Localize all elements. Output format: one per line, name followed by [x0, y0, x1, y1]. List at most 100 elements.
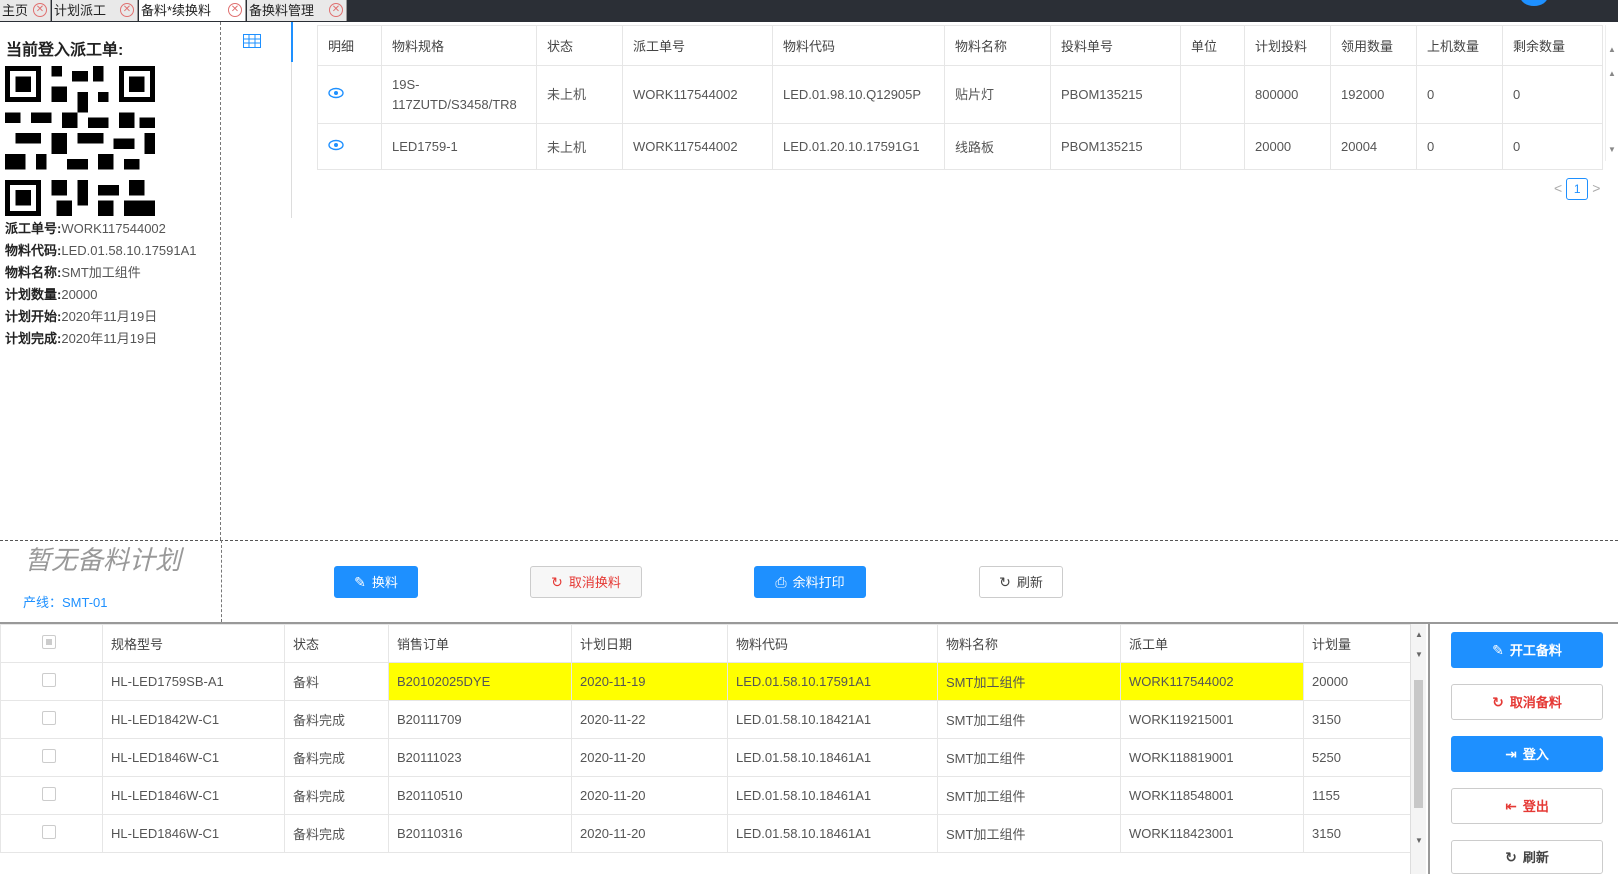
select-all-checkbox[interactable] [42, 635, 56, 649]
table-row[interactable]: HL-LED1846W-C1 备料完成 B20110316 2020-11-20… [0, 814, 1411, 853]
row-checkbox[interactable] [42, 749, 56, 763]
column-header: 剩余数量 [1502, 25, 1603, 66]
cell: WORK118423001 [1120, 814, 1304, 853]
column-header: 派工单 [1120, 624, 1304, 663]
cell: 2020-11-20 [571, 814, 728, 853]
column-header: 销售订单 [388, 624, 572, 663]
table-row[interactable]: HL-LED1846W-C1 备料完成 B20110510 2020-11-20… [0, 776, 1411, 815]
cell: 0 [1502, 123, 1603, 170]
work-order-info: 派工单号:WORK117544002 物料代码:LED.01.58.10.175… [5, 218, 197, 350]
scrollbar-thumb[interactable] [1414, 680, 1423, 808]
close-icon[interactable]: ✕ [33, 3, 47, 17]
checkbox-cell[interactable] [0, 814, 103, 853]
checkbox-cell[interactable] [0, 700, 103, 739]
tab-plan-dispatch[interactable]: 计划派工 ✕ [52, 0, 138, 21]
cell: LED.01.58.10.17591A1 [727, 662, 938, 701]
checkbox-cell[interactable] [0, 776, 103, 815]
logout-icon: ⇤ [1505, 798, 1517, 814]
table-scrollbar[interactable]: ▲ ▼ ▼ [1410, 624, 1426, 874]
scroll-up-icon[interactable]: ▲ [1415, 630, 1423, 639]
tab-prep-manage[interactable]: 备换料管理 ✕ [247, 0, 347, 21]
detail-cell[interactable] [317, 123, 382, 170]
column-header: 物料规格 [381, 25, 537, 66]
info-label: 计划数量: [5, 287, 62, 302]
table-row[interactable]: HL-LED1846W-C1 备料完成 B20111023 2020-11-20… [0, 738, 1411, 777]
production-line-label: 产线：SMT-01 [23, 595, 108, 610]
cell: WORK118819001 [1120, 738, 1304, 777]
tab-bar: 主页 ✕ 计划派工 ✕ 备料*续换料 ✕ 备换料管理 ✕ [0, 0, 1618, 22]
divider-active [291, 22, 293, 62]
prev-page-icon[interactable]: < [1554, 180, 1562, 196]
close-icon[interactable]: ✕ [228, 3, 242, 17]
tab-label: 计划派工 [54, 3, 107, 18]
change-material-button[interactable]: ✎ 换料 [334, 566, 418, 598]
cell: HL-LED1842W-C1 [102, 700, 285, 739]
row-checkbox[interactable] [42, 787, 56, 801]
scroll-down-icon[interactable]: ▼ [1415, 836, 1423, 845]
table-header-row: 规格型号 状态 销售订单 计划日期 物料代码 物料名称 派工单 计划量 [0, 624, 1411, 663]
cell: SMT加工组件 [937, 700, 1121, 739]
row-checkbox[interactable] [42, 673, 56, 687]
tab-label: 主页 [2, 3, 29, 18]
close-icon[interactable]: ✕ [329, 3, 343, 17]
qr-code-icon [5, 66, 155, 216]
cancel-change-button[interactable]: ↻ 取消换料 [530, 566, 642, 598]
cell: 备料完成 [284, 700, 389, 739]
cell: 备料完成 [284, 776, 389, 815]
select-all-cell[interactable] [0, 624, 103, 663]
cell: WORK119215001 [1120, 700, 1304, 739]
avatar[interactable] [1520, 0, 1548, 6]
table-row[interactable]: HL-LED1842W-C1 备料完成 B20111709 2020-11-22… [0, 700, 1411, 739]
eye-icon[interactable] [328, 87, 344, 99]
table-row[interactable]: LED1759-1 未上机 WORK117544002 LED.01.20.10… [317, 123, 1603, 170]
checkbox-cell[interactable] [0, 738, 103, 777]
button-label: 取消备料 [1509, 695, 1562, 710]
tab-home[interactable]: 主页 ✕ [0, 0, 51, 21]
eye-icon[interactable] [328, 139, 344, 151]
cell: SMT加工组件 [937, 738, 1121, 777]
cell: 0 [1416, 123, 1503, 170]
scroll-up-icon[interactable]: ▲ [1608, 69, 1616, 78]
side-refresh-button[interactable]: ↻ 刷新 [1451, 840, 1603, 874]
row-checkbox[interactable] [42, 825, 56, 839]
refresh-button[interactable]: ↻ 刷新 [979, 566, 1063, 598]
row-checkbox[interactable] [42, 711, 56, 725]
cell: 2020-11-22 [571, 700, 728, 739]
cell: LED.01.58.10.18461A1 [727, 814, 938, 853]
table-scrollbar[interactable]: ▲ ▲ ▼ [1605, 25, 1618, 161]
login-button[interactable]: ⇥ 登入 [1451, 736, 1603, 772]
info-row: 计划数量:20000 [5, 284, 197, 306]
column-header: 计划量 [1303, 624, 1411, 663]
page-number[interactable]: 1 [1566, 178, 1589, 200]
material-table: 明细 物料规格 状态 派工单号 物料代码 物料名称 投料单号 单位 计划投料 领… [317, 25, 1603, 170]
detail-cell[interactable] [317, 65, 382, 124]
cell: 800000 [1244, 65, 1331, 124]
column-header: 计划日期 [571, 624, 728, 663]
info-row: 派工单号:WORK117544002 [5, 218, 197, 240]
table-view-icon[interactable] [243, 34, 261, 48]
cell: 20000 [1303, 662, 1411, 701]
cell: 贴片灯 [944, 65, 1051, 124]
logout-button[interactable]: ⇤ 登出 [1451, 788, 1603, 824]
tab-label: 备料*续换料 [141, 3, 212, 18]
scroll-down-icon[interactable]: ▼ [1608, 145, 1616, 154]
tab-label: 备换料管理 [249, 3, 315, 18]
cell: WORK117544002 [622, 65, 773, 124]
no-plan-text: 暂无备料计划 [25, 546, 182, 576]
scroll-down-icon[interactable]: ▼ [1415, 650, 1423, 659]
cell: WORK117544002 [622, 123, 773, 170]
cell: 线路板 [944, 123, 1051, 170]
table-row[interactable]: 19S-117ZUTD/S3458/TR8 未上机 WORK117544002 … [317, 65, 1603, 124]
table-row[interactable]: HL-LED1759SB-A1 备料 B20102025DYE 2020-11-… [0, 662, 1411, 701]
column-header: 上机数量 [1416, 25, 1503, 66]
close-icon[interactable]: ✕ [120, 3, 134, 17]
cell: 3150 [1303, 814, 1411, 853]
cell: 备料 [284, 662, 389, 701]
checkbox-cell[interactable] [0, 662, 103, 701]
start-prep-button[interactable]: ✎ 开工备料 [1451, 632, 1603, 668]
next-page-icon[interactable]: > [1592, 180, 1600, 196]
scroll-up-icon[interactable]: ▲ [1608, 45, 1616, 54]
tab-prep-change[interactable]: 备料*续换料 ✕ [139, 0, 246, 21]
print-remaining-button[interactable]: ⎙ 余料打印 [754, 566, 866, 598]
cancel-prep-button[interactable]: ↻ 取消备料 [1451, 684, 1603, 720]
